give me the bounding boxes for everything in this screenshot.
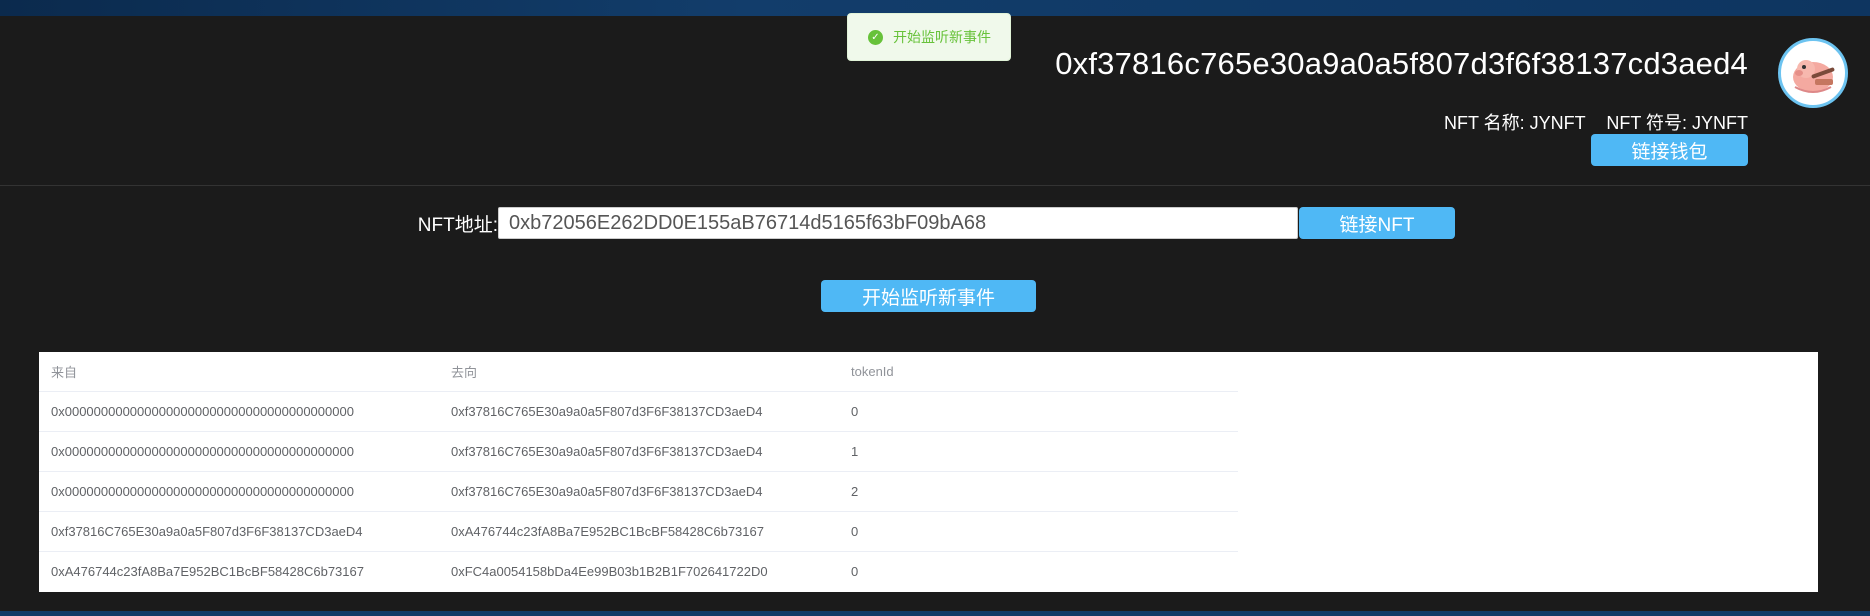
cell-from: 0xA476744c23fA8Ba7E952BC1BcBF58428C6b731… bbox=[51, 563, 364, 579]
cell-token-id: 0 bbox=[839, 391, 1238, 432]
start-listening-button[interactable]: 开始监听新事件 bbox=[821, 280, 1036, 312]
cell-from: 0x00000000000000000000000000000000000000… bbox=[39, 471, 439, 512]
window-bottom-band bbox=[0, 611, 1870, 616]
column-header-to: 去向 bbox=[439, 352, 839, 392]
success-toast: ✓ 开始监听新事件 bbox=[847, 13, 1011, 61]
table-row: 0xA476744c23fA8Ba7E952BC1BcBF58428C6b731… bbox=[39, 551, 1238, 591]
connect-wallet-button[interactable]: 链接钱包 bbox=[1591, 134, 1748, 166]
nft-info: NFT 名称: JYNFT NFT 符号: JYNFT bbox=[1428, 109, 1748, 135]
cell-to: 0xFC4a0054158bDa4Ee99B03b1B2B1F702641722… bbox=[451, 563, 768, 579]
cell-token-id: 2 bbox=[839, 471, 1238, 512]
nft-address-form: NFT地址: 链接NFT bbox=[402, 206, 1455, 240]
account-address: 0xf37816c765e30a9a0a5f807d3f6f38137cd3ae… bbox=[1055, 46, 1748, 81]
nft-symbol: NFT 符号: JYNFT bbox=[1606, 113, 1748, 133]
cell-to: 0xf37816C765E30a9a0a5F807d3F6F38137CD3ae… bbox=[439, 471, 839, 512]
column-header-token-id: tokenId bbox=[839, 352, 1238, 392]
nft-address-label: NFT地址: bbox=[417, 214, 498, 236]
cell-from: 0xf37816C765E30a9a0a5F807d3F6F38137CD3ae… bbox=[39, 511, 439, 552]
table-row: 0x00000000000000000000000000000000000000… bbox=[39, 391, 1238, 432]
cell-to: 0xf37816C765E30a9a0a5F807d3F6F38137CD3ae… bbox=[439, 391, 839, 432]
cell-from: 0x00000000000000000000000000000000000000… bbox=[39, 391, 439, 432]
table-row: 0xf37816C765E30a9a0a5F807d3F6F38137CD3ae… bbox=[39, 511, 1238, 552]
column-header-from: 来自 bbox=[39, 352, 439, 392]
table-row: 0x00000000000000000000000000000000000000… bbox=[39, 471, 1238, 512]
cell-to: 0xf37816C765E30a9a0a5F807d3F6F38137CD3ae… bbox=[439, 431, 839, 472]
toast-message: 开始监听新事件 bbox=[893, 29, 991, 45]
cell-from: 0x00000000000000000000000000000000000000… bbox=[39, 431, 439, 472]
cell-to: 0xA476744c23fA8Ba7E952BC1BcBF58428C6b731… bbox=[439, 511, 839, 552]
cell-token-id: 0 bbox=[851, 563, 859, 579]
transfer-events-table: 来自 去向 tokenId 0x000000000000000000000000… bbox=[39, 352, 1818, 592]
table-header-row: 来自 去向 tokenId bbox=[39, 352, 1238, 392]
cartoon-avatar-icon[interactable] bbox=[1778, 38, 1848, 108]
success-check-icon: ✓ bbox=[868, 29, 883, 45]
table-row: 0x00000000000000000000000000000000000000… bbox=[39, 431, 1238, 472]
connect-nft-button[interactable]: 链接NFT bbox=[1299, 207, 1455, 239]
nft-name: NFT 名称: JYNFT bbox=[1443, 113, 1586, 133]
cell-token-id: 1 bbox=[839, 431, 1238, 472]
cell-token-id: 0 bbox=[839, 511, 1238, 552]
nft-address-input[interactable] bbox=[498, 207, 1298, 239]
